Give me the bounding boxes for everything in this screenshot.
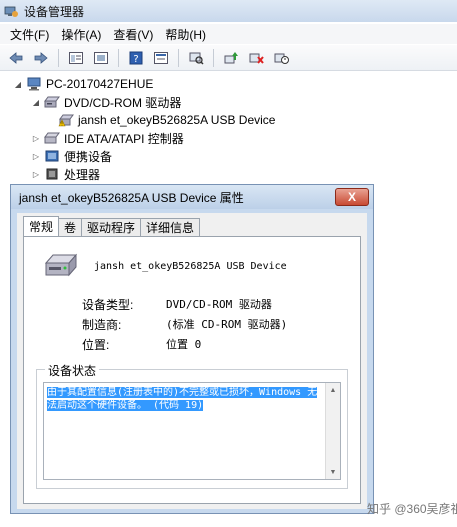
warning-dvd-icon: !: [58, 113, 74, 127]
watermark-text: 知乎 @360吴彦祖: [367, 502, 457, 516]
disable-icon[interactable]: [246, 48, 266, 68]
tree-item-label: 便携设备: [64, 149, 113, 164]
tree-item-label: 处理器: [64, 167, 101, 182]
status-line-2: 法启动这个硬件设备。 (代码 19): [47, 400, 204, 411]
dialog-body: 常规 卷 驱动程序 详细信息 jansh et_okeyB526825A USB…: [17, 213, 367, 509]
update-driver-icon[interactable]: [221, 48, 241, 68]
window-title: 设备管理器: [24, 4, 85, 19]
prop-row-manufacturer: 制造商: (标准 CD-ROM 驱动器): [82, 315, 287, 333]
prop-row-location: 位置: 位置 0: [82, 335, 201, 353]
toolbar-separator: [118, 48, 119, 67]
expand-arrow-icon[interactable]: ▷: [32, 170, 40, 179]
scroll-down-icon[interactable]: ▼: [326, 465, 340, 479]
window-titlebar[interactable]: 设备管理器: [0, 0, 457, 22]
tree-item-usb-device[interactable]: ! jansh et_okeyB526825A USB Device: [58, 111, 275, 129]
collapse-arrow-icon[interactable]: ◢: [32, 98, 40, 107]
status-line-1: 由于其配置信息(注册表中的)不完整或已损坏，Windows 无: [47, 387, 318, 398]
expand-arrow-icon[interactable]: ▷: [32, 152, 40, 161]
watermark: 知乎 @360吴彦祖: [367, 500, 457, 517]
dvd-drive-icon: [44, 251, 78, 281]
tree-root[interactable]: ◢ PC-20170427EHUE: [14, 75, 153, 93]
ide-controller-icon: [44, 131, 60, 145]
device-status-textbox[interactable]: 由于其配置信息(注册表中的)不完整或已损坏，Windows 无 法启动这个硬件设…: [43, 382, 341, 480]
prop-value: DVD/CD-ROM 驱动器: [166, 298, 272, 311]
dialog-title: jansh et_okeyB526825A USB Device 属性: [19, 190, 244, 205]
toolbar-separator: [58, 48, 59, 67]
help-icon[interactable]: ?: [126, 48, 146, 68]
svg-text:?: ?: [133, 54, 138, 65]
tree-item-portable[interactable]: ▷ 便携设备: [32, 147, 112, 165]
tree-item-ide[interactable]: ▷ IDE ATA/ATAPI 控制器: [32, 129, 184, 147]
svg-text:!: !: [61, 122, 63, 128]
tree-item-dvd[interactable]: ◢ DVD/CD-ROM 驱动器: [32, 93, 181, 111]
properties-icon[interactable]: [91, 48, 111, 68]
status-message[interactable]: 由于其配置信息(注册表中的)不完整或已损坏，Windows 无 法启动这个硬件设…: [47, 386, 323, 412]
collapse-arrow-icon[interactable]: ◢: [14, 80, 22, 89]
toolbar: ?: [0, 45, 457, 71]
prop-label: 制造商:: [82, 317, 122, 332]
device-status-group: 设备状态 由于其配置信息(注册表中的)不完整或已损坏，Windows 无 法启动…: [36, 362, 348, 489]
menu-view[interactable]: 查看(V): [107, 26, 159, 43]
tree-item-label: jansh et_okeyB526825A USB Device: [78, 113, 276, 127]
processor-icon: [44, 167, 60, 181]
tree-root-label: PC-20170427EHUE: [46, 77, 154, 91]
dvd-drive-icon: [44, 95, 60, 109]
tab-volumes[interactable]: 卷: [58, 218, 83, 236]
uninstall-icon[interactable]: [271, 48, 291, 68]
menu-file[interactable]: 文件(F): [4, 26, 55, 43]
back-arrow-icon[interactable]: [6, 48, 26, 68]
view-icon[interactable]: [151, 48, 171, 68]
menu-help[interactable]: 帮助(H): [159, 26, 212, 43]
dialog-titlebar[interactable]: jansh et_okeyB526825A USB Device 属性: [11, 185, 373, 209]
prop-label: 设备类型:: [82, 297, 134, 312]
device-manager-icon: [4, 5, 18, 17]
tab-details[interactable]: 详细信息: [140, 218, 201, 236]
menubar: 文件(F) 操作(A) 查看(V) 帮助(H): [0, 24, 457, 44]
expand-arrow-icon[interactable]: ▷: [32, 134, 40, 143]
portable-device-icon: [44, 149, 60, 163]
device-status-title: 设备状态: [45, 362, 100, 379]
show-hide-icon[interactable]: [66, 48, 86, 68]
computer-icon: [26, 77, 42, 91]
scroll-up-icon[interactable]: ▲: [326, 383, 340, 397]
prop-row-type: 设备类型: DVD/CD-ROM 驱动器: [82, 295, 272, 313]
tree-item-label: DVD/CD-ROM 驱动器: [64, 95, 182, 110]
prop-value: (标准 CD-ROM 驱动器): [166, 318, 288, 331]
menu-action[interactable]: 操作(A): [55, 26, 107, 43]
prop-label: 位置:: [82, 337, 110, 352]
toolbar-separator: [178, 48, 179, 67]
device-tree: ◢ PC-20170427EHUE ◢ DVD/CD-ROM 驱动器 ! jan…: [0, 72, 457, 187]
tree-item-label: IDE ATA/ATAPI 控制器: [64, 131, 184, 146]
close-button[interactable]: X: [335, 188, 369, 206]
tab-driver[interactable]: 驱动程序: [81, 218, 142, 236]
tab-strip: 常规 卷 驱动程序 详细信息: [23, 216, 201, 236]
general-tab-panel: jansh et_okeyB526825A USB Device 设备类型: D…: [23, 236, 361, 504]
device-name: jansh et_okeyB526825A USB Device: [94, 261, 287, 272]
prop-value: 位置 0: [166, 338, 202, 351]
toolbar-separator: [213, 48, 214, 67]
device-manager-window: 设备管理器 文件(F) 操作(A) 查看(V) 帮助(H) ? ◢ PC-201…: [0, 0, 457, 527]
tab-general[interactable]: 常规: [23, 216, 60, 236]
forward-arrow-icon[interactable]: [31, 48, 51, 68]
vertical-scrollbar[interactable]: ▲ ▼: [325, 383, 340, 479]
scan-icon[interactable]: [186, 48, 206, 68]
properties-dialog: jansh et_okeyB526825A USB Device 属性 X 常规…: [10, 184, 374, 514]
tree-item-processor[interactable]: ▷ 处理器: [32, 165, 100, 183]
